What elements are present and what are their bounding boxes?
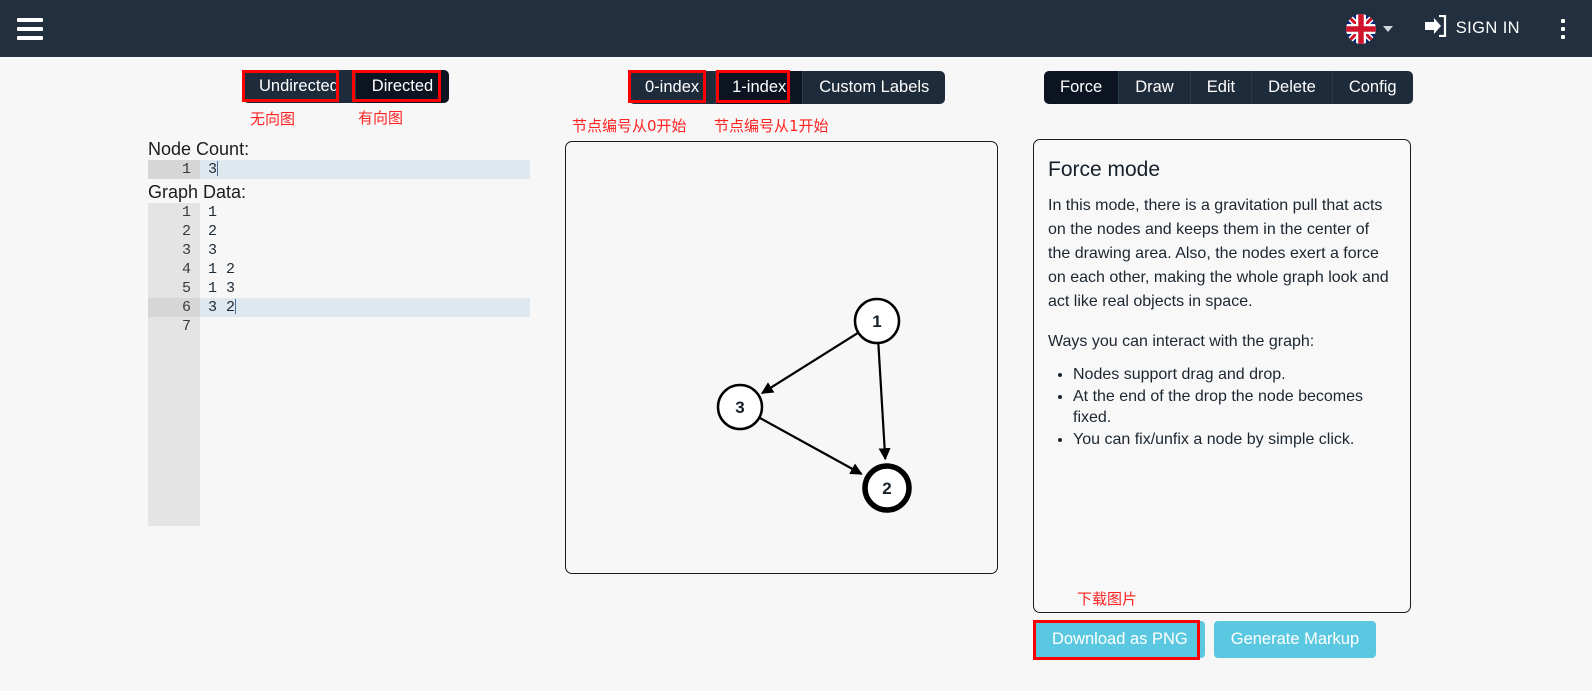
editor-line[interactable]: 33 <box>148 241 530 260</box>
kebab-dot <box>1561 26 1565 31</box>
sign-in-icon <box>1423 14 1447 42</box>
hamburger-menu-icon[interactable] <box>10 9 50 49</box>
annotation-zero-index-cn: 节点编号从0开始 <box>572 117 687 135</box>
undirected-button[interactable]: Undirected <box>243 70 356 103</box>
graph-data-label: Graph Data: <box>148 182 247 202</box>
editor-line-number: 7 <box>148 317 200 336</box>
kebab-menu-icon[interactable] <box>1548 9 1578 49</box>
mode-info-card: Force mode In this mode, there is a grav… <box>1033 139 1411 613</box>
editor-line-text: 3 2 <box>208 299 237 316</box>
zero-index-button[interactable]: 0-index <box>629 71 717 104</box>
download-png-button[interactable]: Download as PNG <box>1035 621 1205 658</box>
editor-line[interactable]: 13 <box>148 160 530 179</box>
sign-in-button[interactable]: SIGN IN <box>1401 0 1534 57</box>
sign-in-label: SIGN IN <box>1455 19 1520 37</box>
annotation-download-cn: 下载图片 <box>1077 590 1138 608</box>
graph-node-label: 2 <box>882 479 891 498</box>
editor-line-number: 6 <box>148 298 200 317</box>
graph-node[interactable]: 2 <box>862 463 912 513</box>
kebab-dot <box>1561 18 1565 23</box>
top-navigation-bar: SIGN IN <box>0 0 1592 57</box>
graph-svg[interactable]: 1 3 2 <box>566 142 997 573</box>
editor-line-number: 4 <box>148 260 200 279</box>
text-caret <box>235 299 237 314</box>
editor-line-number: 3 <box>148 241 200 260</box>
hamburger-bar <box>17 26 43 31</box>
graph-edge[interactable] <box>759 417 863 475</box>
uk-flag-icon <box>1345 13 1376 44</box>
hamburger-bar <box>17 17 43 22</box>
graph-input-column: Node Count: 13 Graph Data: 11223341 251 … <box>148 138 530 526</box>
editor-line[interactable]: 11 <box>148 203 530 222</box>
graph-edge[interactable] <box>760 332 859 395</box>
graph-data-editor[interactable]: 11223341 251 363 27 <box>148 203 530 336</box>
text-caret <box>217 161 219 176</box>
editor-line[interactable]: 22 <box>148 222 530 241</box>
info-card-bullet-list: Nodes support drag and drop.At the end o… <box>1048 364 1390 450</box>
editor-line-text: 1 <box>208 204 218 221</box>
editor-line[interactable]: 6 3 2 <box>148 298 530 317</box>
info-bullet-item: You can fix/unfix a node by simple click… <box>1073 429 1390 450</box>
editor-line-text: 1 3 <box>208 280 236 297</box>
info-bullet-item: Nodes support drag and drop. <box>1073 364 1390 385</box>
generate-markup-button[interactable]: Generate Markup <box>1213 621 1377 658</box>
editor-line-text: 1 2 <box>208 261 236 278</box>
index-toggle-group: 0-index 1-index Custom Labels <box>629 71 946 104</box>
info-card-title: Force mode <box>1048 158 1161 181</box>
editor-line-text: 3 <box>208 242 218 259</box>
kebab-dot <box>1561 34 1565 39</box>
edit-mode-button[interactable]: Edit <box>1190 71 1253 104</box>
editor-line[interactable]: 5 1 3 <box>148 279 530 298</box>
annotation-one-index-cn: 节点编号从1开始 <box>714 117 829 135</box>
graph-node[interactable]: 1 <box>853 297 901 345</box>
config-mode-button[interactable]: Config <box>1332 71 1413 104</box>
editor-line-number: 1 <box>148 203 200 222</box>
directed-button[interactable]: Directed <box>355 70 450 103</box>
editor-line-number: 5 <box>148 279 200 298</box>
editor-line[interactable]: 7 <box>148 317 530 336</box>
editor-line[interactable]: 4 1 2 <box>148 260 530 279</box>
delete-mode-button[interactable]: Delete <box>1252 71 1333 104</box>
topbar-right-group: SIGN IN <box>1338 0 1592 57</box>
action-button-row: Download as PNG Generate Markup <box>1035 621 1377 658</box>
graph-node-label: 3 <box>735 398 744 417</box>
chevron-down-icon <box>1382 25 1393 32</box>
annotation-directed-cn: 有向图 <box>358 109 404 127</box>
hamburger-bar <box>17 35 43 40</box>
language-selector[interactable] <box>1338 0 1401 57</box>
editor-line-text: 3 <box>208 161 219 178</box>
force-mode-button[interactable]: Force <box>1044 71 1120 104</box>
node-count-label: Node Count: <box>148 139 250 159</box>
editor-line-number: 1 <box>148 160 200 179</box>
annotation-undirected-cn: 无向图 <box>250 110 296 128</box>
mode-toggle-group: Force Draw Edit Delete Config <box>1044 71 1413 104</box>
node-count-editor[interactable]: 13 <box>148 160 530 179</box>
draw-mode-button[interactable]: Draw <box>1119 71 1191 104</box>
info-card-paragraph-2: Ways you can interact with the graph: <box>1048 333 1315 350</box>
editor-gutter-filler <box>148 336 200 526</box>
graph-edge[interactable] <box>877 343 891 461</box>
graph-type-toggle-group: Undirected Directed <box>243 70 450 103</box>
editor-line-text: 2 <box>208 223 218 240</box>
one-index-button[interactable]: 1-index <box>716 71 804 104</box>
graph-drawing-canvas[interactable]: 1 3 2 <box>565 141 998 574</box>
editor-line-number: 2 <box>148 222 200 241</box>
custom-labels-button[interactable]: Custom Labels <box>803 71 946 104</box>
graph-node[interactable]: 3 <box>716 383 764 431</box>
info-card-paragraph-1: In this mode, there is a gravitation pul… <box>1048 197 1389 310</box>
info-bullet-item: At the end of the drop the node becomes … <box>1073 386 1390 428</box>
graph-node-label: 1 <box>872 312 881 331</box>
